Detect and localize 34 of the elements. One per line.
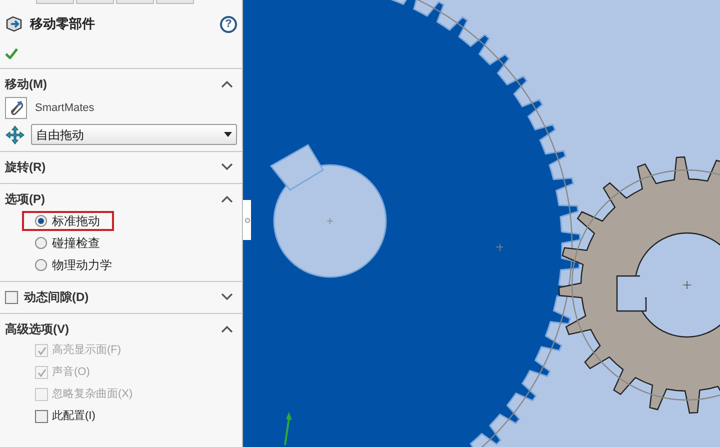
radio-button[interactable] (35, 215, 47, 227)
expand-chevron-icon[interactable] (221, 293, 233, 301)
option-label: 此配置(I) (52, 409, 96, 424)
dropdown-caret-icon (224, 132, 232, 137)
collapse-chevron-icon[interactable] (221, 195, 233, 203)
axis-triad-icon (284, 412, 292, 446)
ok-check-icon[interactable] (5, 48, 18, 58)
radio-button[interactable] (35, 237, 47, 249)
drag-mode-dropdown[interactable]: 自由拖动 (31, 124, 237, 145)
option-label: 碰撞检查 (52, 235, 100, 252)
option-label: 高亮显示面(F) (52, 342, 122, 358)
panel-collapse-handle[interactable] (243, 200, 251, 240)
option-label: 声音(O) (52, 364, 90, 380)
section-title: 移动(M) (5, 76, 47, 93)
expand-chevron-icon[interactable] (221, 163, 233, 171)
help-button[interactable]: ? (220, 16, 237, 32)
smartmates-button[interactable] (5, 97, 27, 119)
radio-button[interactable] (35, 259, 47, 271)
option-label: 标准拖动 (52, 213, 100, 230)
checkbox[interactable] (35, 410, 48, 423)
section-title: 动态间隙(D) (24, 289, 89, 306)
panel-title: 移动零部件 (30, 15, 95, 34)
option-label: 忽略复杂曲面(X) (52, 387, 133, 402)
collapse-chevron-icon[interactable] (221, 80, 233, 88)
checkbox[interactable] (5, 290, 18, 304)
option-label: 物理动力学 (52, 257, 112, 274)
paperclip-icon (8, 100, 24, 116)
smartmates-label: SmartMates (35, 100, 94, 116)
section-title: 高级选项(V) (5, 321, 69, 338)
move-component-icon (5, 15, 23, 33)
section-title: 选项(P) (5, 191, 45, 208)
collapse-chevron-icon[interactable] (221, 325, 233, 333)
move-arrows-icon (5, 124, 25, 144)
section-title: 旋转(R) (5, 159, 46, 176)
